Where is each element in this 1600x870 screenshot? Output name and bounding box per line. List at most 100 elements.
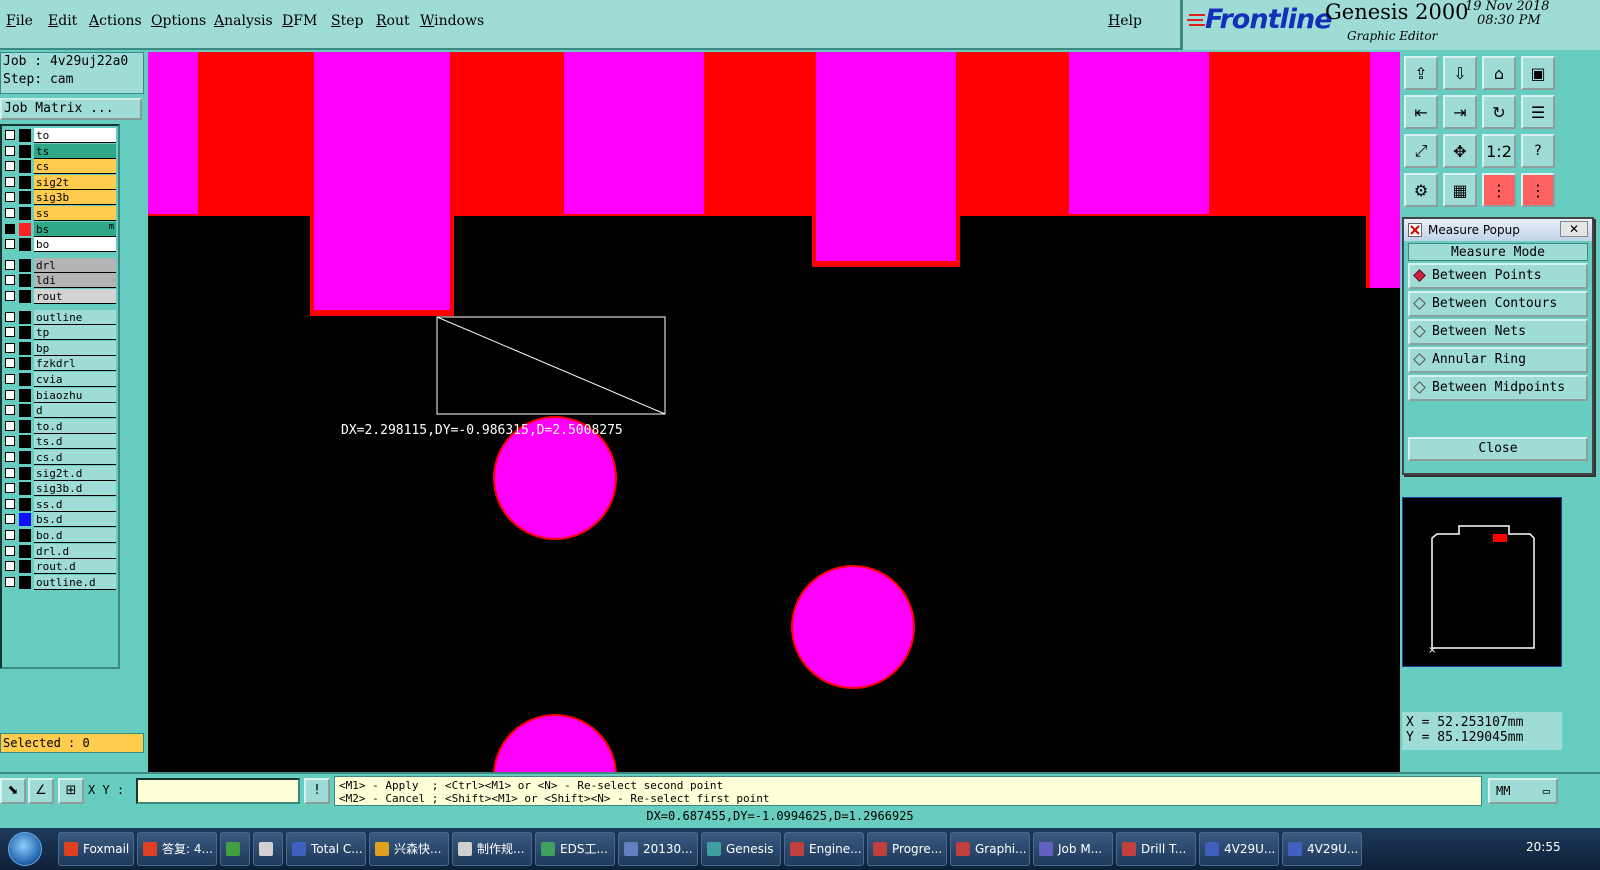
menu-options[interactable]: Options [151,13,206,29]
taskbar-item[interactable]: 答复: 4... [137,832,217,866]
menu-actions[interactable]: Actions [89,13,142,29]
layer-checkbox[interactable] [5,291,15,301]
layer-checkbox[interactable] [5,192,15,203]
layer-name[interactable]: ts [34,143,116,159]
layer-name[interactable]: to [34,128,116,143]
menu-dfm[interactable]: DFM [282,13,317,29]
layer-name[interactable]: sig3b [34,190,116,206]
mode-between-contours[interactable]: Between Contours [1408,291,1588,317]
taskbar-item[interactable]: Genesis [701,832,781,866]
close-button[interactable]: Close [1408,437,1588,461]
mode-between-midpoints[interactable]: Between Midpoints [1408,375,1588,401]
layer-row-sig3b-d[interactable]: sig3b.d [2,481,118,497]
layer-name[interactable]: cs.d [34,450,116,465]
start-button[interactable] [8,832,42,866]
layer-checkbox[interactable] [5,374,15,384]
layer-row-bp[interactable]: bp [2,340,118,356]
layer-checkbox[interactable] [5,561,15,572]
xy-input[interactable] [136,778,300,804]
menu-rout[interactable]: Rout [376,13,410,29]
mode-between-nets[interactable]: Between Nets [1408,319,1588,345]
units-selector[interactable]: MM ▭ [1488,778,1558,804]
layer-checkbox[interactable] [5,161,15,172]
layer-name[interactable]: outline [34,309,116,325]
pan-icon[interactable]: ✥ [1443,134,1477,168]
layer-row-sig3b[interactable]: sig3b [2,190,118,206]
taskbar-item[interactable]: Job M... [1033,832,1113,866]
zoom-in-icon[interactable]: ⇩ [1443,56,1477,90]
layer-name[interactable]: outline.d [34,574,116,590]
layer-row-drl[interactable]: drl [2,257,118,273]
taskbar-item[interactable]: EDS工... [535,832,615,866]
layer-checkbox[interactable] [5,514,15,525]
help-icon[interactable]: ? [1521,134,1555,168]
home-icon[interactable]: ⌂ [1482,56,1516,90]
layer-checkbox[interactable] [5,498,15,509]
taskbar-item[interactable]: Drill T... [1116,832,1196,866]
taskbar-item[interactable]: Foxmail [58,832,134,866]
layer-checkbox[interactable] [5,176,15,187]
taskbar-item[interactable]: 4V29U... [1199,832,1279,866]
taskbar-item[interactable] [253,832,283,866]
feature-icon[interactable]: ⋮ [1521,173,1555,207]
layer-row-outline-d[interactable]: outline.d [2,574,118,590]
pan-right-icon[interactable]: ⇥ [1443,95,1477,129]
layer-checkbox[interactable] [5,436,15,447]
layer-checkbox[interactable] [5,420,15,431]
job-matrix-button[interactable]: Job Matrix ... [0,98,142,120]
layer-checkbox[interactable] [5,483,15,494]
layer-checkbox[interactable] [5,405,15,416]
layer-name[interactable]: bs.d [34,512,116,528]
layer-row-drl-d[interactable]: drl.d [2,543,118,559]
layer-checkbox[interactable] [5,576,15,587]
layer-checkbox[interactable] [5,208,15,218]
taskbar-item[interactable]: Total C... [286,832,366,866]
zoom-home-icon[interactable]: ⇪ [1404,56,1438,90]
taskbar-item[interactable] [220,832,250,866]
layer-checkbox[interactable] [5,275,15,286]
layer-checkbox[interactable] [5,145,15,156]
layer-name[interactable]: cs [34,159,116,175]
layers-icon[interactable]: ☰ [1521,95,1555,129]
mode-between-points[interactable]: Between Points [1408,263,1588,289]
layer-name[interactable]: bs [34,221,116,237]
layer-name[interactable]: rout [34,289,116,304]
layer-name[interactable]: ss.d [34,496,116,512]
layer-checkbox[interactable] [5,327,15,338]
layer-name[interactable]: d [34,403,116,419]
layer-name[interactable]: to.d [34,418,116,434]
layer-row-to[interactable]: to [2,128,118,143]
layer-checkbox[interactable] [5,530,15,540]
popup-close-icon[interactable]: ✕ [1560,221,1588,237]
redraw-icon[interactable]: ↻ [1482,95,1516,129]
layer-row-ldi[interactable]: ldi [2,273,118,289]
fit-icon[interactable]: ⤢ [1404,134,1438,168]
taskbar-item[interactable]: 4V29U... [1282,832,1362,866]
layer-name[interactable]: drl.d [34,543,116,559]
grid-icon[interactable]: ▦ [1443,173,1477,207]
graphic-canvas[interactable]: DX=2.298115,DY=-0.986315,D=2.5008275 [148,52,1400,772]
layer-checkbox[interactable] [5,545,15,556]
taskbar-item[interactable]: 兴森快... [369,832,449,866]
layer-checkbox[interactable] [5,358,15,369]
layer-name[interactable]: ss [34,206,116,221]
menu-edit[interactable]: Edit [48,13,77,29]
layer-checkbox[interactable] [5,239,15,250]
layer-row-ts[interactable]: ts [2,143,118,159]
layer-row-biaozhu[interactable]: biaozhu [2,387,118,403]
layer-name[interactable]: biaozhu [34,387,116,403]
layer-name[interactable]: bo [34,237,116,253]
layer-name[interactable]: tp [34,325,116,341]
layer-name[interactable]: drl [34,257,116,273]
layer-name[interactable]: fzkdrl [34,356,116,372]
layer-name[interactable]: sig2t.d [34,465,116,481]
snap-icon[interactable]: ⚙ [1404,173,1438,207]
mode-annular-ring[interactable]: Annular Ring [1408,347,1588,373]
layer-row-cvia[interactable]: cvia [2,372,118,387]
layer-row-to-d[interactable]: to.d [2,418,118,434]
alert-icon[interactable]: ! [304,778,330,804]
layer-row-ss[interactable]: ss [2,206,118,221]
layer-name[interactable]: sig3b.d [34,481,116,497]
window-icon[interactable]: ▣ [1521,56,1555,90]
taskbar-item[interactable]: Engine... [784,832,864,866]
